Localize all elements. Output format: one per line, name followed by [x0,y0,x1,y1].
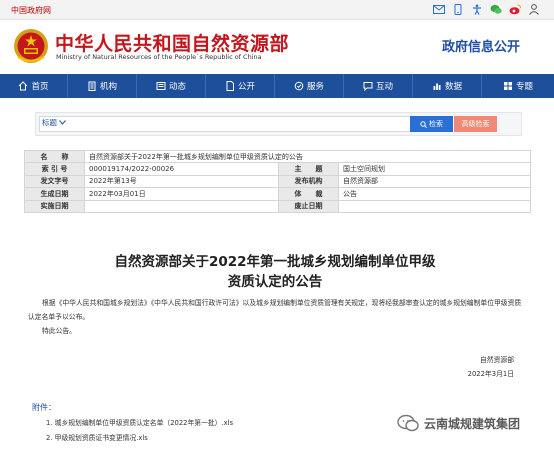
news-icon [156,82,166,90]
weibo-icon[interactable] [509,4,521,15]
meta-label: 生成日期 [24,187,85,201]
meta-value: 自然资源部 [338,174,531,189]
document-metadata-table: 名 称 自然资源部关于2022年第一批城乡规划编制单位甲级资质认定的公告 索 引… [24,149,531,213]
attachment-link[interactable]: 2. 甲级规划资质证书变更情况.xls [46,432,148,442]
nav-label: 首页 [31,82,49,92]
search-field-select[interactable]: 标题 [42,117,66,128]
table-row: 名 称 自然资源部关于2022年第一批城乡规划编制单位甲级资质认定的公告 [24,149,531,164]
top-strip: 中国政府网 [0,0,554,20]
chevron-down-icon [59,120,66,125]
site-header: 中华人民共和国自然资源部 Ministry of Natural Resourc… [0,20,554,74]
meta-value: 000019174/2022-00026 [84,162,279,176]
article-title-line: 资质认定的公告 [227,274,323,290]
nav-item-home[interactable]: 首页 [0,74,68,98]
table-row: 生成日期 2022年03月01日 体 裁 公告 [24,187,531,201]
national-emblem-icon [14,29,48,63]
meta-label: 主 题 [278,162,339,176]
search-field-selected: 标题 [42,118,57,127]
search-bar: 标题 检索 高级检索 [35,112,522,136]
top-icon-group [433,4,540,15]
ministry-name-chinese: 中华人民共和国自然资源部 [55,33,290,55]
attachments-label: 附件： [32,403,56,412]
envelope-icon[interactable] [433,4,445,15]
meta-label: 发布机构 [278,174,339,189]
meta-value [338,199,531,213]
meta-value: 2022年03月01日 [84,187,279,201]
gov-info-disclosure-title[interactable]: 政府信息公开 [442,36,520,55]
document-icon [226,81,234,91]
search-button-label: 检索 [429,120,443,128]
home-icon [19,81,28,91]
nav-label: 数据 [444,82,462,92]
meta-value: 2022年第13号 [84,174,279,189]
nav-label: 动态 [168,82,186,92]
nav-label: 公开 [237,82,255,92]
table-row: 实施日期 废止日期 [24,199,531,213]
chart-icon [433,83,441,90]
nav-item-disclosure[interactable]: 公开 [206,74,275,98]
article-paragraph: 根据《中华人民共和国城乡规划法》《中华人民共和国行政许可法》以及城乡规划编制单位… [28,299,522,321]
signature-org: 自然资源部 [480,356,514,364]
table-row: 索 引 号 000019174/2022-00026 主 题 国土空间规划 [24,162,531,176]
topic-icon [503,82,512,90]
attachment-link[interactable]: 1. 城乡规划编制单位甲级资质认定名单（2022年第一批）.xls [46,417,233,427]
mobile-icon[interactable] [452,4,464,15]
article-closing: 特此公告。 [42,327,76,335]
nav-item-data[interactable]: 数据 [413,74,482,98]
table-row: 发文字号 2022年第13号 发布机构 自然资源部 [24,174,531,189]
search-icon [420,120,427,128]
chat-icon [363,82,373,91]
nav-item-interaction[interactable]: 互动 [344,74,413,98]
nav-label: 机构 [99,82,117,92]
search-input[interactable] [39,116,439,132]
meta-label: 索 引 号 [24,162,85,176]
meta-label: 实施日期 [24,199,85,213]
advanced-search-button[interactable]: 高级检索 [454,116,497,132]
ministry-name-english: Ministry of Natural Resources of the Peo… [56,53,262,61]
nav-item-service[interactable]: 服务 [275,74,344,98]
meta-label: 体 裁 [278,187,339,201]
main-nav: 首页 机构 动态 公开 服务 互动 数据 专题 [0,74,554,98]
nav-item-news[interactable]: 动态 [137,74,206,98]
signature-date: 2022年3月1日 [467,370,514,378]
gov-portal-link[interactable]: 中国政府网 [11,5,51,16]
meta-value: 自然资源部关于2022年第一批城乡规划编制单位甲级资质认定的公告 [84,149,531,164]
search-button[interactable]: 检索 [410,116,453,132]
wechat-logo-icon [397,414,419,432]
nav-item-topics[interactable]: 专题 [482,74,554,98]
building-icon [88,81,96,91]
nav-item-institution[interactable]: 机构 [68,74,137,98]
meta-value: 国土空间规划 [338,162,531,176]
watermark-text: 云南城规建筑集团 [424,416,521,431]
meta-label: 名 称 [24,149,85,164]
nav-label: 服务 [306,82,324,92]
accessibility-icon[interactable] [471,4,483,15]
nav-label: 专题 [515,82,533,92]
user-icon[interactable] [528,4,540,15]
meta-value: 公告 [338,187,531,201]
article-title-line: 自然资源部关于2022年第一批城乡规划编制单位甲级 [114,254,436,270]
wechat-icon[interactable] [490,4,502,15]
service-icon [294,81,304,91]
nav-label: 互动 [375,82,393,92]
watermark: 云南城规建筑集团 [397,414,520,432]
meta-label: 废止日期 [278,199,339,213]
article-title: 自然资源部关于2022年第一批城乡规划编制单位甲级 资质认定的公告 [60,252,490,292]
meta-value [84,199,279,213]
meta-label: 发文字号 [24,174,85,189]
